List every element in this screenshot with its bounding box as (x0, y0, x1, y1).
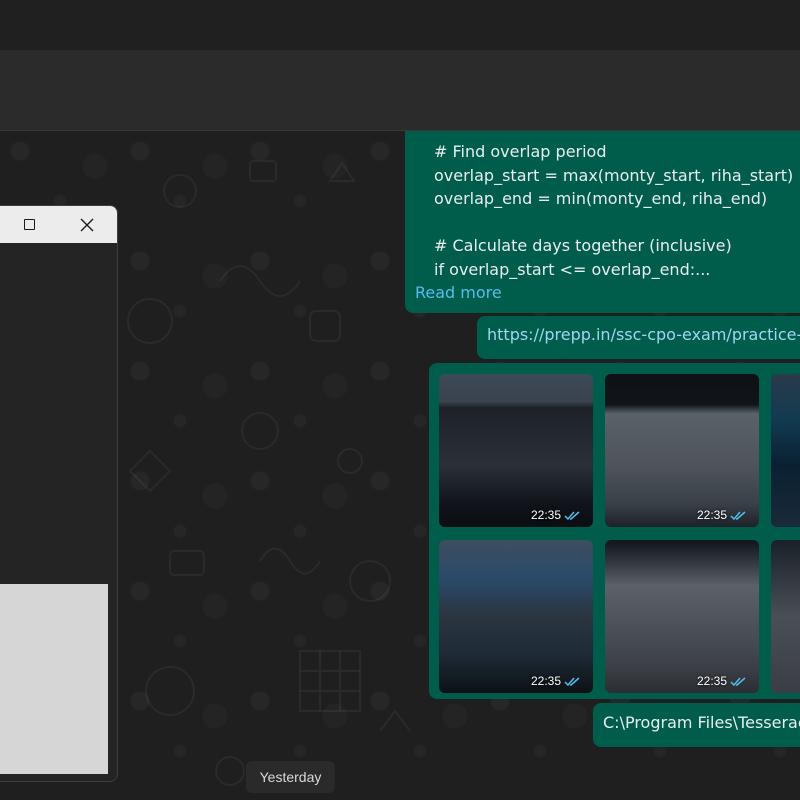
media-thumbnail[interactable]: 22:35 (605, 374, 759, 527)
message-time: 22:35 (696, 508, 727, 522)
media-thumbnail[interactable]: 22:35 (605, 540, 759, 693)
code-line: # Find overlap period (434, 142, 607, 161)
read-ticks-icon (730, 677, 746, 687)
floating-window-title-bar (0, 206, 117, 243)
floating-window-body (0, 243, 117, 781)
media-thumbnail[interactable]: 22:35 (439, 374, 593, 527)
app-title-bar (0, 0, 800, 50)
code-line: if overlap_start <= overlap_end:... (434, 259, 711, 279)
message-text: C:\Program Files\Tesserac (603, 713, 800, 732)
message-time: 22:35 (530, 674, 561, 688)
maximize-button[interactable] (7, 206, 51, 243)
path-message-bubble[interactable]: C:\Program Files\Tesserac (593, 703, 800, 747)
code-line: overlap_end = min(monty_end, riha_end) (434, 189, 768, 208)
read-more-link[interactable]: Read more (415, 283, 502, 302)
chat-header (0, 50, 800, 131)
link-message-bubble[interactable]: https://prepp.in/ssc-cpo-exam/practice-p (477, 316, 800, 359)
read-ticks-icon (564, 677, 580, 687)
date-separator: Yesterday (246, 761, 335, 793)
read-ticks-icon (730, 511, 746, 521)
read-ticks-icon (564, 511, 580, 521)
code-line: overlap_start = max(monty_start, riha_st… (434, 165, 794, 185)
code-message-bubble[interactable]: # Find overlap period overlap_start = ma… (405, 131, 800, 313)
floating-window (0, 205, 118, 782)
media-thumbnail[interactable]: 22:35 (439, 540, 593, 693)
media-thumbnail[interactable] (771, 374, 800, 527)
message-time: 22:35 (696, 674, 727, 688)
close-icon (80, 218, 94, 231)
maximize-icon (23, 219, 35, 230)
close-button[interactable] (65, 206, 109, 243)
floating-window-panel (0, 584, 108, 774)
code-line: # Calculate days together (inclusive) (434, 236, 732, 255)
message-time: 22:35 (530, 508, 561, 522)
media-thumbnail[interactable] (771, 540, 800, 693)
message-link[interactable]: https://prepp.in/ssc-cpo-exam/practice-p (487, 325, 800, 344)
